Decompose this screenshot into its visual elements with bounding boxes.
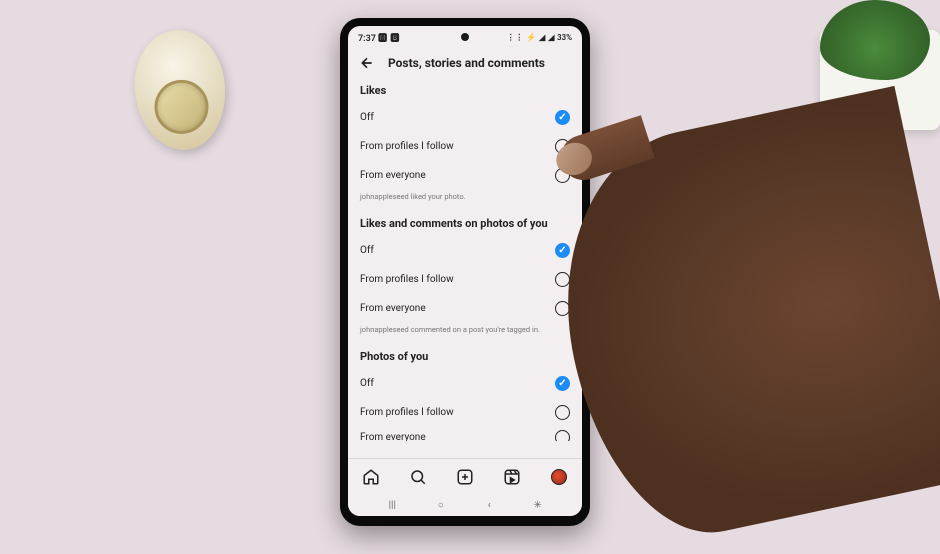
status-right: ⋮⋮ ⚡ ◢ ◢ 33% (507, 33, 572, 42)
option-label: Off (360, 245, 374, 256)
profile-avatar-icon (551, 469, 567, 485)
status-time: 7:37 🅼 🅱 (358, 31, 400, 44)
photos-option-following[interactable]: From profiles I follow (348, 398, 582, 427)
desk-clock-prop (130, 26, 230, 153)
radio-selected-icon[interactable] (555, 243, 570, 258)
android-soft-keys: ||| ○ ‹ ✳ (348, 494, 582, 516)
camera-hole (461, 33, 469, 41)
soft-key-accessibility[interactable]: ✳ (523, 500, 553, 511)
page-title: Posts, stories and comments (388, 56, 545, 70)
plant-leaves (820, 0, 930, 80)
radio-selected-icon[interactable] (555, 110, 570, 125)
option-label: From profiles I follow (360, 141, 454, 152)
phone-device: 7:37 🅼 🅱 ⋮⋮ ⚡ ◢ ◢ 33% Posts, stories and… (340, 18, 590, 526)
likes-comments-option-off[interactable]: Off (348, 236, 582, 265)
arrow-left-icon (359, 55, 375, 71)
reels-icon (503, 468, 521, 486)
search-icon (409, 468, 427, 486)
likes-option-everyone[interactable]: From everyone (348, 161, 582, 190)
soft-key-recent[interactable]: ||| (377, 500, 407, 511)
photos-option-everyone[interactable]: From everyone (348, 427, 582, 441)
section-likes-header: Likes (348, 82, 582, 103)
clock-face (152, 78, 211, 137)
option-label: From profiles I follow (360, 274, 454, 285)
back-button[interactable] (358, 54, 376, 72)
likes-option-following[interactable]: From profiles I follow (348, 132, 582, 161)
likes-option-off[interactable]: Off (348, 103, 582, 132)
radio-selected-icon[interactable] (555, 376, 570, 391)
option-label: From everyone (360, 432, 426, 441)
likes-comments-option-following[interactable]: From profiles I follow (348, 265, 582, 294)
radio-icon[interactable] (555, 405, 570, 420)
status-battery: 33% (557, 33, 572, 42)
option-label: Off (360, 378, 374, 389)
likes-comments-example-text: johnappleseed commented on a post you're… (348, 323, 582, 344)
bottom-nav (348, 458, 582, 494)
soft-key-home[interactable]: ○ (426, 500, 456, 511)
section-likes-comments-header: Likes and comments on photos of you (348, 211, 582, 236)
option-label: Off (360, 112, 374, 123)
settings-content[interactable]: Likes Off From profiles I follow From ev… (348, 82, 582, 458)
radio-icon[interactable] (555, 430, 570, 441)
nav-profile[interactable] (549, 467, 569, 487)
soft-key-back[interactable]: ‹ (474, 500, 504, 511)
option-label: From everyone (360, 303, 426, 314)
nav-reels[interactable] (502, 467, 522, 487)
section-photos-header: Photos of you (348, 344, 582, 369)
plus-square-icon (456, 468, 474, 486)
status-left-icons: 🅼 🅱 (378, 34, 400, 44)
nav-create[interactable] (455, 467, 475, 487)
option-label: From profiles I follow (360, 407, 454, 418)
nav-search[interactable] (408, 467, 428, 487)
nav-home[interactable] (361, 467, 381, 487)
phone-screen: 7:37 🅼 🅱 ⋮⋮ ⚡ ◢ ◢ 33% Posts, stories and… (348, 26, 582, 516)
status-signal-icons: ⋮⋮ ⚡ ◢ ◢ (507, 33, 555, 42)
option-label: From everyone (360, 170, 426, 181)
home-icon (362, 468, 380, 486)
photos-option-off[interactable]: Off (348, 369, 582, 398)
header: Posts, stories and comments (348, 48, 582, 82)
likes-example-text: johnappleseed liked your photo. (348, 190, 582, 211)
likes-comments-option-everyone[interactable]: From everyone (348, 294, 582, 323)
